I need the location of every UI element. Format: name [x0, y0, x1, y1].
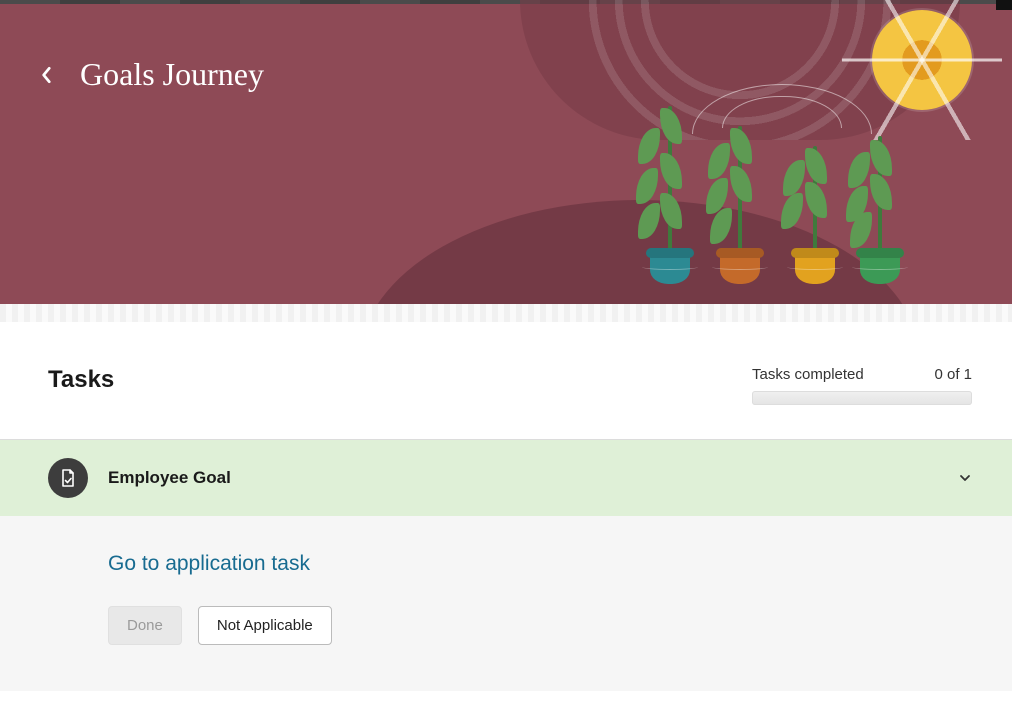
go-to-application-task-link[interactable]: Go to application task [108, 552, 310, 576]
plant-decoration [650, 254, 690, 284]
back-button[interactable] [34, 62, 60, 88]
chevron-left-icon [40, 66, 54, 84]
task-title: Employee Goal [108, 468, 938, 488]
plant-decoration [795, 254, 835, 284]
header-banner: Goals Journey [0, 0, 1012, 304]
sun-decoration [872, 10, 972, 110]
page-title: Goals Journey [80, 56, 264, 93]
progress-label: Tasks completed [752, 366, 864, 383]
not-applicable-button[interactable]: Not Applicable [198, 606, 332, 645]
done-button: Done [108, 606, 182, 645]
plant-decoration [860, 254, 900, 284]
task-card: Employee Goal Go to application task Don… [0, 439, 1012, 691]
texture-strip [0, 304, 1012, 322]
document-check-icon [48, 458, 88, 498]
progress-value: 0 of 1 [934, 366, 972, 383]
tasks-section-header: Tasks Tasks completed 0 of 1 [0, 322, 1012, 439]
plant-decoration [720, 254, 760, 284]
tasks-heading: Tasks [48, 366, 114, 394]
chevron-down-icon [958, 471, 972, 485]
task-body: Go to application task Done Not Applicab… [0, 516, 1012, 691]
progress-bar [752, 391, 972, 405]
tasks-progress: Tasks completed 0 of 1 [752, 366, 972, 405]
task-row-toggle[interactable]: Employee Goal [0, 440, 1012, 516]
